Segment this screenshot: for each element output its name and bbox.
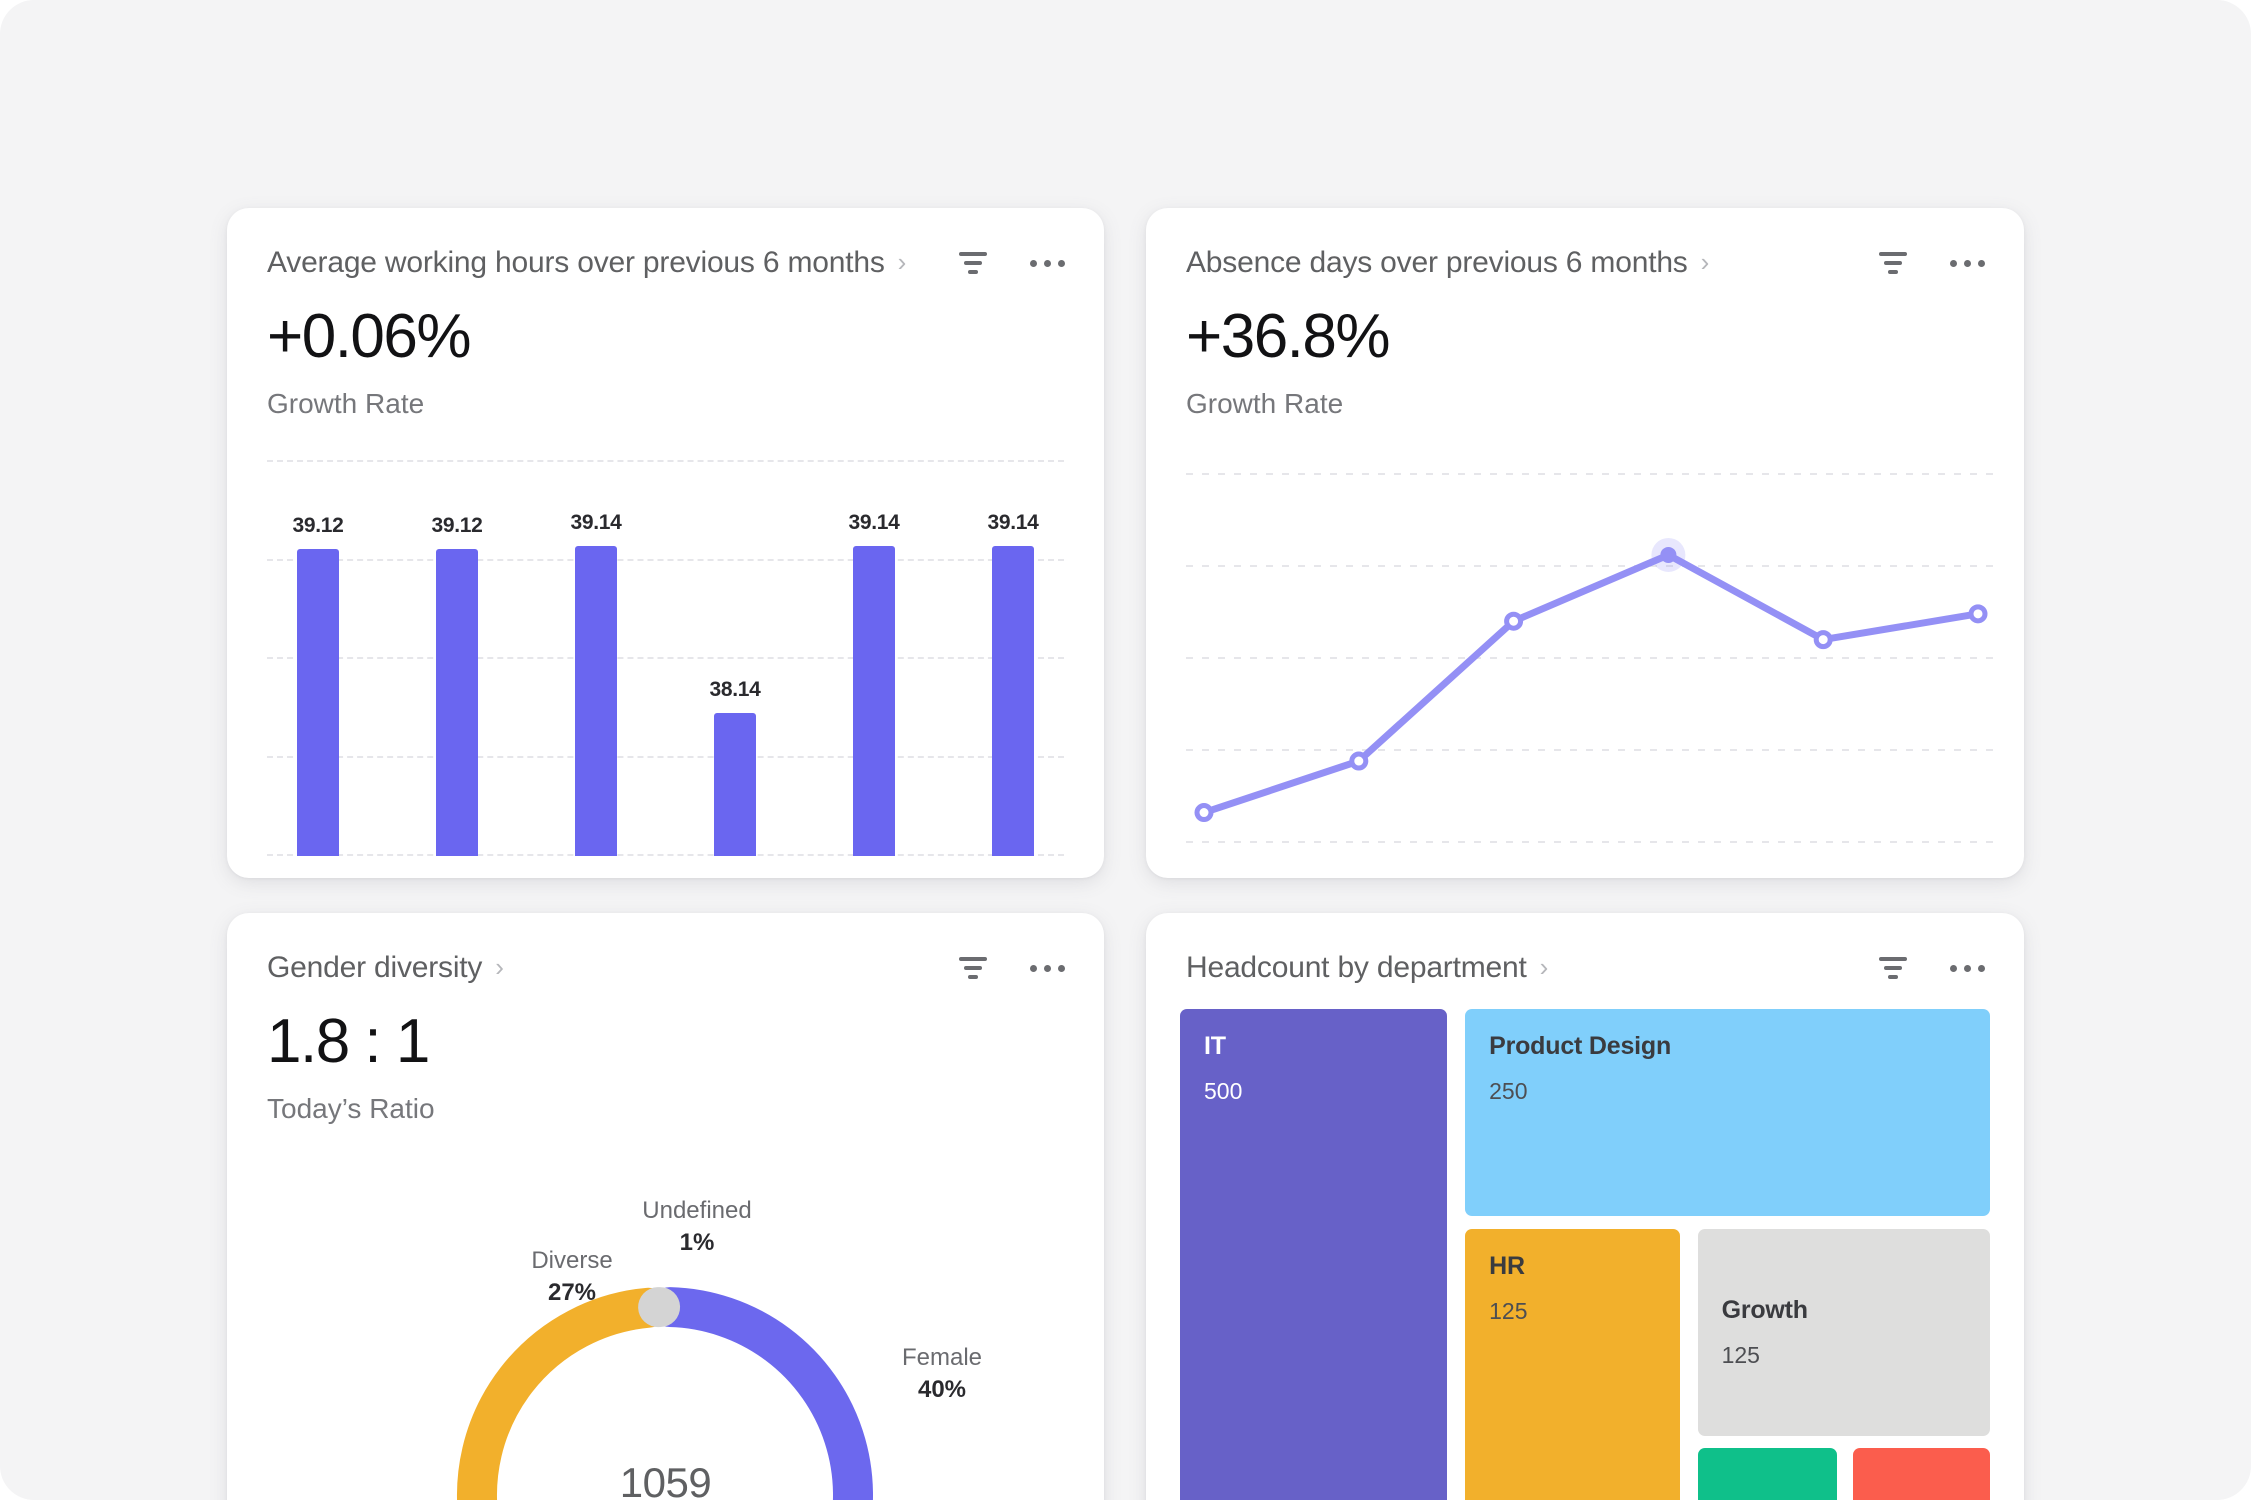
- bar-column[interactable]: 38.14: [709, 460, 761, 856]
- more-options-icon: [1029, 259, 1065, 267]
- treemap-tile-value: 125: [1721, 1341, 1760, 1368]
- kpi-value: +0.06%: [267, 302, 472, 371]
- chevron-right-icon[interactable]: ›: [1540, 954, 1549, 980]
- kpi-value: 1.8 : 1: [267, 1007, 430, 1076]
- bar[interactable]: [853, 546, 895, 856]
- bar-value-label: 38.14: [709, 677, 761, 701]
- card-header-actions: [956, 951, 1065, 985]
- card-header-actions: [1876, 951, 1985, 985]
- more-options-button[interactable]: [1029, 246, 1065, 280]
- bar[interactable]: [992, 546, 1034, 856]
- bar-value-label: 39.14: [848, 511, 900, 534]
- chevron-right-icon[interactable]: ›: [898, 249, 907, 275]
- bar-chart: 39.12 39.12 39.14 38.14 39.14 39.14: [267, 460, 1064, 856]
- treemap: IT 500 Product Design 250 HR 125 Growth 125 Fin…: [1180, 1009, 1990, 1500]
- treemap-tile[interactable]: IT 500: [1180, 1009, 1448, 1500]
- treemap-tile-name: HR: [1489, 1251, 1525, 1280]
- treemap-tile[interactable]: Product Design 250: [1465, 1009, 1990, 1217]
- bar-column[interactable]: 39.12: [292, 460, 344, 856]
- treemap-tile[interactable]: Fin…: [1697, 1448, 1837, 1500]
- bar-series: 39.12 39.12 39.14 38.14 39.14 39.14: [267, 460, 1064, 856]
- kpi-label: Growth Rate: [1186, 388, 1344, 419]
- more-options-icon: [1949, 259, 1985, 267]
- treemap-tile-value: 500: [1204, 1078, 1243, 1104]
- treemap-tile-name: Product Design: [1489, 1032, 1672, 1060]
- bar-value-label: 39.12: [431, 514, 483, 538]
- kpi-value: +36.8%: [1186, 302, 1391, 371]
- card-header-actions: [956, 246, 1065, 280]
- donut-chart: Undefined 1% Diverse 27% Female 40% 1059: [227, 1147, 1104, 1500]
- line-chart-svg: [1186, 473, 1996, 843]
- filter-button[interactable]: [956, 951, 990, 985]
- card-header: Absence days over previous 6 months ›: [1146, 208, 2024, 282]
- dashboard-page: Average working hours over previous 6 mo…: [0, 0, 2251, 1500]
- card-absence-days: Absence days over previous 6 months › +3…: [1146, 208, 2024, 878]
- data-point[interactable]: [1504, 611, 1524, 631]
- card-title: Headcount by department: [1186, 951, 1527, 984]
- more-options-icon: [1949, 964, 1985, 972]
- card-headcount-by-department: Headcount by department › IT 500 Product D…: [1146, 913, 2024, 1500]
- card-average-working-hours: Average working hours over previous 6 mo…: [227, 208, 1104, 878]
- filter-button[interactable]: [1876, 951, 1910, 985]
- data-point-active[interactable]: [1660, 546, 1677, 563]
- data-point[interactable]: [1813, 630, 1833, 650]
- treemap-tile-name: IT: [1204, 1032, 1226, 1060]
- data-point[interactable]: [1349, 751, 1369, 771]
- line-path: [1200, 551, 1982, 817]
- line-chart: [1186, 460, 1996, 856]
- donut-label-diverse: Diverse 27%: [531, 1247, 613, 1307]
- more-options-button[interactable]: [1029, 951, 1065, 985]
- chevron-right-icon[interactable]: ›: [495, 954, 504, 980]
- card-header: Headcount by department ›: [1146, 913, 2024, 987]
- bar-value-label: 39.14: [570, 511, 622, 534]
- treemap-tile[interactable]: [1853, 1448, 1990, 1500]
- card-header-actions: [1876, 246, 1985, 280]
- card-header: Gender diversity ›: [227, 913, 1104, 987]
- bar-column[interactable]: 39.14: [848, 460, 900, 856]
- treemap-tile-value: 125: [1489, 1297, 1528, 1324]
- more-options-button[interactable]: [1949, 951, 1985, 985]
- bar-value-label: 39.12: [292, 514, 344, 538]
- kpi-label: Today’s Ratio: [267, 1093, 435, 1124]
- bar-column[interactable]: 39.12: [431, 460, 483, 856]
- filter-icon: [1879, 252, 1907, 274]
- card-title: Gender diversity: [267, 951, 483, 984]
- chevron-right-icon[interactable]: ›: [1701, 249, 1710, 275]
- data-point[interactable]: [1194, 803, 1214, 823]
- filter-button[interactable]: [956, 246, 990, 280]
- kpi-label: Growth Rate: [267, 388, 425, 419]
- filter-icon: [959, 252, 987, 274]
- card-gender-diversity: Gender diversity › 1.8 : 1 Today’s Ratio…: [227, 913, 1104, 1500]
- bar-value-label: 39.14: [987, 511, 1039, 534]
- bar[interactable]: [297, 549, 339, 856]
- card-title: Absence days over previous 6 months: [1186, 246, 1688, 279]
- treemap-tile-name: Growth: [1721, 1295, 1808, 1324]
- bar[interactable]: [714, 712, 756, 856]
- treemap-tile[interactable]: Growth 125: [1697, 1228, 1990, 1436]
- more-options-button[interactable]: [1949, 246, 1985, 280]
- filter-icon: [1879, 957, 1907, 979]
- treemap-tile-value: 250: [1489, 1078, 1528, 1104]
- bar-column[interactable]: 39.14: [987, 460, 1039, 856]
- bar-column[interactable]: 39.14: [570, 460, 622, 856]
- filter-button[interactable]: [1876, 246, 1910, 280]
- more-options-icon: [1029, 964, 1065, 972]
- card-header: Average working hours over previous 6 mo…: [227, 208, 1104, 282]
- treemap-tile[interactable]: HR 125: [1465, 1228, 1680, 1500]
- card-title: Average working hours over previous 6 mo…: [267, 246, 885, 279]
- filter-icon: [959, 957, 987, 979]
- data-point[interactable]: [1968, 604, 1988, 624]
- bar[interactable]: [436, 549, 478, 856]
- bar[interactable]: [575, 546, 617, 856]
- donut-center-total: 1059: [619, 1459, 712, 1500]
- donut-label-female: Female 40%: [901, 1344, 983, 1404]
